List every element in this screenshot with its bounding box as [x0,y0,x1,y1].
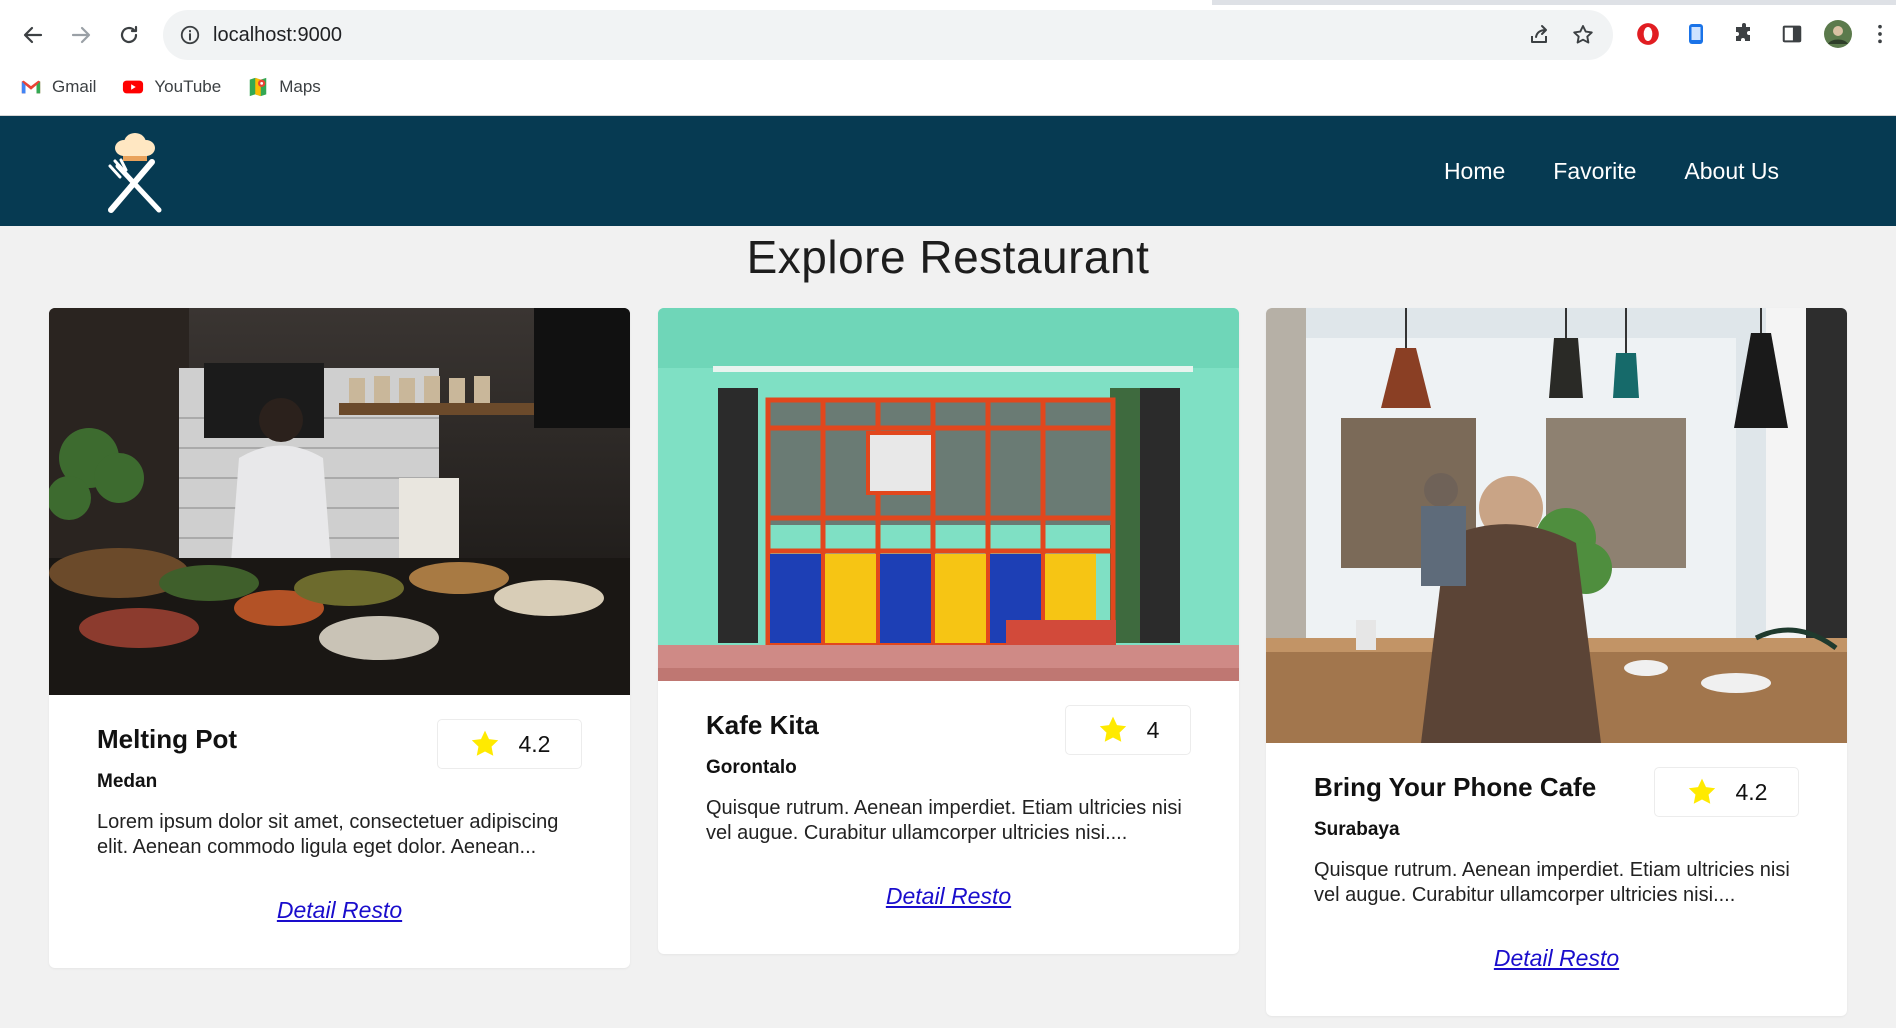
restaurant-photo[interactable] [49,308,630,695]
back-button[interactable] [16,18,50,52]
maps-icon [249,77,267,97]
phone-extension-icon[interactable] [1681,19,1711,49]
profile-avatar-icon[interactable] [1823,19,1853,49]
rating-value: 4.2 [518,730,551,757]
bookmark-youtube[interactable]: YouTube [122,76,221,98]
nav-favorite-link[interactable]: Favorite [1553,158,1636,185]
star-icon [1688,778,1715,804]
tab-strip [0,0,1896,5]
page-title: Explore Restaurant [746,231,1150,283]
app-header: Home Favorite About Us [0,116,1896,226]
main-nav: Home Favorite About Us [1444,116,1779,226]
rating-value: 4 [1146,716,1160,743]
detail-resto-link[interactable]: Detail Resto [1314,945,1799,972]
restaurant-description: Quisque rutrum. Aenean imperdiet. Etiam … [1314,859,1790,906]
reload-button[interactable] [112,18,146,52]
browser-menu-icon[interactable] [1870,19,1890,49]
star-icon [471,730,498,756]
restaurant-city: Gorontalo [706,757,797,778]
info-icon[interactable] [179,24,201,46]
side-panel-icon[interactable] [1777,19,1807,49]
gmail-icon [21,80,41,94]
card-body: Kafe Kita 4 Gorontalo Quisque rutrum. Ae… [658,681,1239,954]
bookmark-maps[interactable]: Maps [247,76,321,98]
url-text[interactable]: localhost:9000 [213,24,342,47]
nav-about-us-link[interactable]: About Us [1684,158,1779,185]
opera-extension-icon[interactable] [1633,19,1663,49]
bookmark-label: YouTube [154,77,222,96]
bookmark-label: Maps [279,77,321,96]
nav-home-link[interactable]: Home [1444,158,1505,185]
restaurant-card: Kafe Kita 4 Gorontalo Quisque rutrum. Ae… [658,308,1239,954]
restaurant-photo[interactable] [1266,308,1847,743]
restaurant-city: Surabaya [1314,819,1400,840]
star-icon [1099,716,1126,742]
detail-resto-link[interactable]: Detail Resto [706,883,1191,910]
forward-button[interactable] [64,18,98,52]
card-body: Melting Pot 4.2 Medan Lorem ipsum dolor … [49,695,630,968]
rating-value: 4.2 [1735,778,1768,805]
detail-resto-link[interactable]: Detail Resto [97,897,582,924]
address-bar[interactable]: localhost:9000 [163,10,1613,60]
share-icon[interactable] [1527,23,1551,47]
rating-badge: 4 [1065,705,1191,755]
bookmark-star-icon[interactable] [1571,23,1595,47]
restaurant-city: Medan [97,771,158,792]
restaurant-description: Lorem ipsum dolor sit amet, consectetuer… [97,811,559,858]
rating-badge: 4.2 [1654,767,1799,817]
restaurant-card: Bring Your Phone Cafe 4.2 Surabaya Quisq… [1266,308,1847,1016]
bookmark-label: Gmail [52,77,97,96]
bookmarks-bar: Gmail YouTube Maps [20,72,321,102]
arrow-right-icon [71,26,91,44]
bookmark-gmail[interactable]: Gmail [20,76,96,98]
reload-icon [120,25,138,44]
restaurant-description: Quisque rutrum. Aenean imperdiet. Etiam … [706,797,1182,844]
restaurant-card: Melting Pot 4.2 Medan Lorem ipsum dolor … [49,308,630,968]
extensions-puzzle-icon[interactable] [1729,19,1759,49]
browser-chrome: localhost:9000 Gmail YouTube Maps [0,0,1896,116]
youtube-icon [123,80,144,94]
restaurant-photo[interactable] [658,308,1239,681]
card-body: Bring Your Phone Cafe 4.2 Surabaya Quisq… [1266,743,1847,1016]
arrow-left-icon [23,26,43,44]
rating-badge: 4.2 [437,719,582,769]
chef-hat-fork-knife-logo[interactable] [95,130,175,214]
